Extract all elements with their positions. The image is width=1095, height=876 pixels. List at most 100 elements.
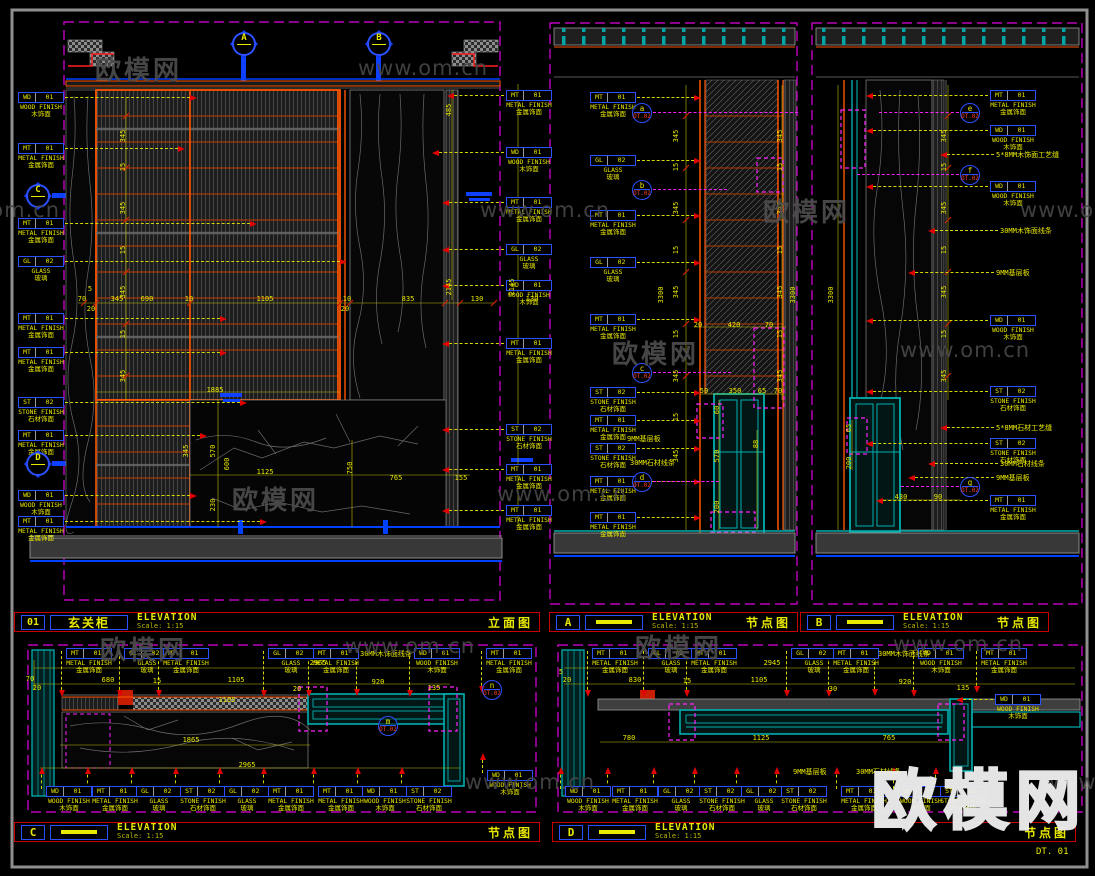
leader-arrow [442, 466, 449, 473]
material-label-zh: 木饰面 [1008, 712, 1028, 720]
material-code: ST [991, 387, 1008, 396]
material-code: MT [507, 339, 524, 348]
material-tag-box: GL 02 [590, 257, 636, 268]
dim-leader [928, 460, 998, 467]
material-number: 01 [45, 144, 54, 152]
view-title-block: ELEVATION Scale: 1:15 [652, 613, 712, 631]
material-number: 02 [45, 257, 54, 265]
material-number: 01 [1008, 649, 1017, 657]
annotation-layer: 01 玄关柜 ELEVATION Scale: 1:15 立面图 A ELEVATION Sc… [0, 0, 1095, 876]
material-tag-gl02: GL 02 GLASS 玻璃 [791, 648, 837, 674]
leader-arrow [354, 767, 361, 774]
dimension-label: 15 [672, 412, 680, 422]
material-number: 01 [617, 416, 626, 424]
view-type-label: 节点图 [487, 825, 533, 840]
dimension-label: 765 [389, 474, 403, 482]
view-type-label: 节点图 [996, 615, 1042, 630]
view-titlebar: C ELEVATION Scale: 1:15 节点图 [14, 822, 540, 842]
leader-arrow [305, 690, 312, 697]
dimension-label: 15 [776, 245, 784, 255]
detail-ref: DT.02 [633, 482, 651, 489]
dimension-label: 1865 [182, 736, 200, 744]
dimension-label: 345 [119, 285, 127, 299]
leader-arrow [200, 432, 207, 439]
material-tag-mt01: MT01METAL FINISH金属饰面 [506, 505, 552, 531]
material-label-zh: 玻璃 [664, 666, 678, 674]
material-tag-box: MT 01 [590, 512, 636, 523]
annotation-text: 9MM基层板 [996, 474, 1030, 482]
detail-ref: DT.02 [633, 373, 651, 380]
view-letter-box: A [556, 614, 580, 630]
material-tag-box: WD 01 [506, 147, 552, 158]
material-number: 01 [73, 787, 82, 795]
leader-arrow [220, 315, 227, 322]
material-code: MT [591, 477, 608, 486]
material-label-zh: 玻璃 [34, 274, 48, 282]
dimension-label: 750 [346, 461, 354, 475]
material-tag-wd01: WD 01 WOOD FINISH 木饰面 [487, 770, 533, 796]
section-marker-a: A [229, 29, 259, 59]
material-tag-st02: ST 02 STONE FINISH 石材饰面 [590, 387, 636, 413]
material-tag-box: MT 01 [833, 648, 879, 659]
material-label-zh: 玻璃 [606, 275, 620, 283]
leader-arrow [650, 767, 657, 774]
view-titlebar: B ELEVATION Scale: 1:15 节点图 [800, 612, 1049, 632]
dimension-label: 345 [119, 201, 127, 215]
material-tag-box: MT 01 [590, 314, 636, 325]
material-label-zh: 金属饰面 [1000, 513, 1026, 521]
dimension-label: 430 [894, 493, 908, 501]
material-label-zh: 金属饰面 [28, 331, 54, 339]
leader-arrow [694, 94, 701, 101]
material-code: GL [19, 257, 36, 266]
material-number: 02 [617, 388, 626, 396]
leader-arrow [604, 767, 611, 774]
dimension-label: 2945 [763, 659, 781, 667]
material-tag-box: ST 02 [590, 387, 636, 398]
view-dash [847, 620, 883, 624]
material-label-zh: 金属饰面 [102, 804, 128, 812]
leader-arrow [116, 690, 123, 697]
material-label-zh: 木饰面 [427, 666, 447, 674]
view-titlebar: 01 玄关柜 ELEVATION Scale: 1:15 立面图 [14, 612, 540, 632]
material-code: ST [181, 787, 198, 796]
material-tag-box: WD 01 [46, 786, 92, 797]
dim-leader [557, 767, 564, 789]
material-tag-box: GL 02 [136, 786, 182, 797]
dimension-label: 1105 [218, 696, 236, 704]
material-tag-box: GL 02 [590, 155, 636, 166]
material-number: 01 [619, 649, 628, 657]
leader-arrow [940, 151, 947, 158]
leader-arrow [973, 686, 980, 693]
material-label-zh: 石材饰面 [709, 804, 735, 812]
material-number: 01 [639, 787, 648, 795]
dimension-label: 20 [292, 685, 302, 693]
dimension-label: 2145 [508, 278, 516, 296]
material-code: MT [842, 787, 859, 796]
material-tag-wd01: WD 01 WOOD FINISH 木饰面 [18, 92, 64, 118]
dim-leader [65, 399, 247, 406]
dimension-label: 20 [562, 676, 572, 684]
leader-arrow [442, 199, 449, 206]
material-code: WD [991, 182, 1008, 191]
material-code: GL [649, 649, 666, 658]
view-scale: Scale: 1:15 [652, 622, 699, 630]
material-number: 01 [868, 787, 877, 795]
material-tag-box: MT 01 [18, 347, 64, 358]
dimension-label: 200 [713, 500, 721, 514]
material-code: MT [593, 649, 610, 658]
dimension-label: 15 [119, 162, 127, 172]
leader-arrow [190, 94, 197, 101]
detail-marker-f: f DT.02 [960, 165, 980, 185]
dimension-label: 15 [672, 162, 680, 172]
material-tag-mt01: MT01METAL FINISH金属饰面 [590, 512, 636, 538]
dim-leader [65, 94, 197, 101]
dim-leader [866, 317, 988, 324]
material-tag-mt01: MT01METAL FINISH金属饰面 [990, 495, 1036, 521]
dimension-label: 20 [86, 305, 96, 313]
section-letter: B [376, 33, 382, 43]
dimension-label: 780 [622, 734, 636, 742]
material-number: 01 [533, 148, 542, 156]
dimension-label: 10 [184, 295, 194, 303]
leader-arrow [908, 269, 915, 276]
material-label-zh: 木饰面 [59, 804, 79, 812]
